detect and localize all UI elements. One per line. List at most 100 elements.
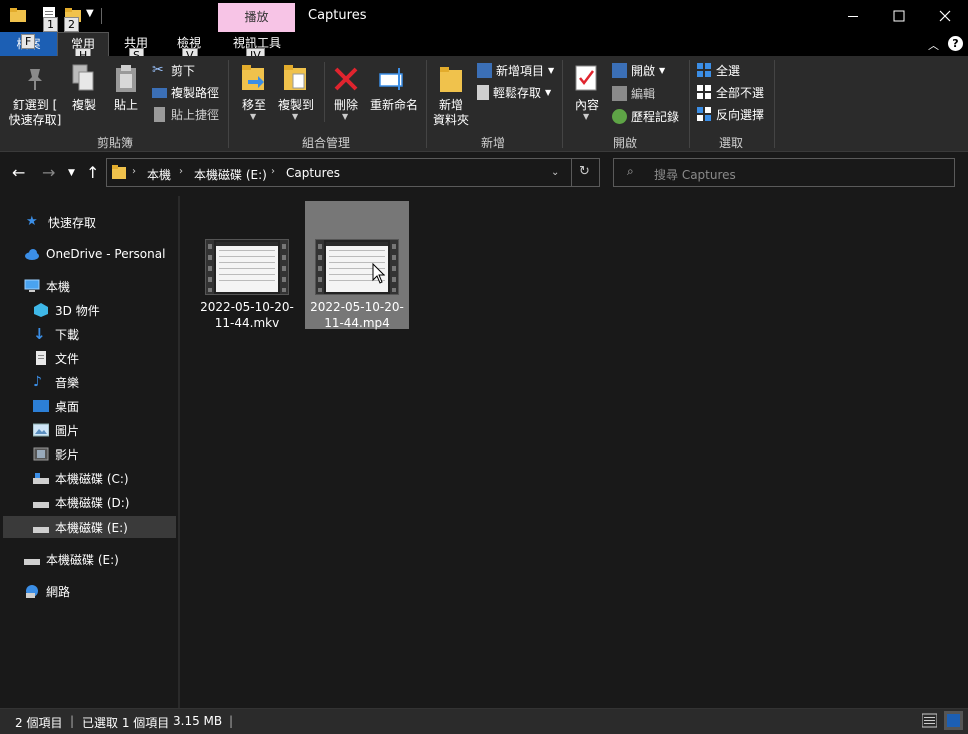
breadcrumb-captures[interactable]: Captures: [286, 166, 340, 180]
nav-drive-c[interactable]: 本機磁碟 (C:): [33, 467, 129, 489]
copy-icon: [72, 64, 94, 91]
cube-icon: [34, 303, 48, 317]
scissors-icon: ✂: [152, 61, 164, 78]
nav-label: 網路: [46, 584, 71, 599]
cut-button[interactable]: ✂ 剪下: [152, 61, 195, 79]
nav-desktop[interactable]: 桌面: [33, 395, 79, 417]
back-arrow-icon[interactable]: ←: [12, 163, 25, 182]
filmstrip-icon: [206, 240, 288, 294]
new-folder-line2: 資料夾: [432, 113, 469, 127]
search-input[interactable]: 搜尋 Captures: [654, 166, 736, 183]
close-icon: [939, 10, 951, 22]
large-icons-view-icon[interactable]: [944, 711, 963, 730]
address-history-dropdown-icon[interactable]: ⌄: [551, 167, 559, 178]
video-thumbnail-icon: [315, 239, 399, 295]
cut-label: 剪下: [171, 63, 196, 78]
rename-button[interactable]: 重新命名: [366, 98, 422, 113]
customize-quick-access-dropdown[interactable]: ▼: [86, 8, 94, 19]
edit-icon: [612, 85, 627, 101]
file-item-mkv[interactable]: 2022-05-10-20- 11-44.mkv: [195, 201, 299, 330]
drive-icon: [33, 502, 49, 508]
nav-drive-d[interactable]: 本機磁碟 (D:): [33, 491, 129, 513]
delete-button[interactable]: 刪除: [328, 98, 364, 113]
nav-label: 3D 物件: [55, 303, 100, 318]
edit-button[interactable]: 編輯: [612, 84, 655, 102]
contextual-tab-header: 播放: [218, 3, 295, 32]
nav-quick-access[interactable]: ★ 快速存取: [26, 211, 96, 233]
nav-drive-e-root[interactable]: 本機磁碟 (E:): [24, 548, 119, 570]
close-button[interactable]: [922, 0, 968, 32]
paste-button[interactable]: 貼上: [110, 98, 142, 113]
nav-onedrive[interactable]: OneDrive - Personal: [24, 243, 165, 265]
nav-music[interactable]: ♪ 音樂: [33, 371, 79, 393]
nav-downloads[interactable]: ↓ 下載: [33, 323, 79, 345]
group-label-new: 新增: [480, 136, 505, 150]
easy-access-button[interactable]: 輕鬆存取 ▼: [477, 83, 551, 101]
selected-count: 已選取 1 個項目: [82, 716, 170, 730]
maximize-icon: [893, 10, 905, 22]
breadcrumb-separator: ›: [271, 166, 275, 177]
pin-label-line1: 釘選到 [: [12, 98, 58, 112]
new-folder-line1: 新增: [438, 98, 463, 112]
paste-shortcut-label: 貼上捷徑: [171, 107, 220, 122]
cloud-icon: [25, 249, 39, 260]
minimize-icon: [848, 16, 858, 17]
select-all-label: 全選: [716, 63, 741, 78]
copy-button[interactable]: 複製: [68, 98, 100, 113]
nav-documents[interactable]: 文件: [33, 347, 79, 369]
nav-this-pc[interactable]: 本機: [24, 275, 70, 297]
copy-path-button[interactable]: 複製路徑: [152, 83, 219, 101]
drive-icon: [33, 473, 49, 484]
keytip-1: 1: [43, 17, 58, 32]
breadcrumb-drive-e[interactable]: 本機磁碟 (E:): [194, 166, 267, 183]
nav-label: 下載: [55, 327, 80, 342]
properties-button[interactable]: 內容: [570, 98, 604, 113]
file-name-line2: 11-44.mp4: [324, 316, 390, 330]
paste-shortcut-icon: [154, 106, 165, 122]
collapse-ribbon-icon[interactable]: ︿: [928, 37, 939, 53]
history-icon: [612, 108, 627, 124]
select-none-button[interactable]: 全部不選: [697, 83, 764, 101]
open-button[interactable]: 開啟 ▼: [612, 61, 665, 79]
copy-path-label: 複製路徑: [171, 85, 220, 100]
file-item-mp4[interactable]: 2022-05-10-20- 11-44.mp4: [305, 201, 409, 330]
help-icon[interactable]: ?: [948, 36, 963, 51]
maximize-button[interactable]: [876, 0, 922, 32]
pin-quick-access-button[interactable]: 釘選到 [ 快速存取]: [6, 98, 64, 128]
details-view-icon[interactable]: [922, 713, 937, 728]
address-bar[interactable]: › 本機 › 本機磁碟 (E:) › Captures ⌄ ↻: [106, 158, 600, 187]
nav-label: 圖片: [55, 423, 80, 438]
forward-arrow-icon[interactable]: →: [42, 163, 55, 182]
nav-videos[interactable]: 影片: [33, 443, 79, 465]
move-to-button[interactable]: 移至: [236, 98, 272, 113]
item-count: 2 個項目: [15, 716, 63, 730]
select-all-button[interactable]: 全選: [697, 61, 740, 79]
copy-to-button[interactable]: 複製到: [275, 98, 317, 113]
invert-selection-button[interactable]: 反向選擇: [697, 105, 764, 123]
minimize-button[interactable]: [830, 0, 876, 32]
new-folder-icon: [440, 67, 462, 92]
breadcrumb-separator: ›: [132, 166, 136, 177]
keytip-file: F: [21, 34, 36, 49]
file-name-line2: 11-44.mkv: [214, 316, 280, 330]
refresh-icon[interactable]: ↻: [579, 164, 590, 179]
search-box[interactable]: ⌕ 搜尋 Captures: [613, 158, 955, 187]
breadcrumb-this-pc[interactable]: 本機: [147, 166, 171, 183]
nav-pictures[interactable]: 圖片: [33, 419, 79, 441]
new-folder-button[interactable]: 新增 資料夾: [428, 98, 474, 128]
title-divider: [101, 8, 102, 24]
new-item-button[interactable]: 新增項目 ▼: [477, 61, 554, 79]
nav-3d-objects[interactable]: 3D 物件: [33, 299, 100, 321]
nav-label: 影片: [55, 447, 80, 462]
recent-locations-dropdown-icon[interactable]: ▼: [68, 168, 75, 178]
nav-label: 本機磁碟 (C:): [55, 471, 129, 486]
new-item-dropdown-icon: ▼: [548, 65, 555, 75]
paste-icon: [116, 65, 136, 92]
nav-drive-e[interactable]: 本機磁碟 (E:): [33, 516, 128, 538]
paste-shortcut-button[interactable]: 貼上捷徑: [152, 105, 219, 123]
music-note-icon: ♪: [33, 374, 42, 390]
copy-to-icon: [284, 65, 306, 90]
history-button[interactable]: 歷程記錄: [612, 107, 679, 125]
nav-network[interactable]: 網路: [24, 580, 70, 602]
up-arrow-icon[interactable]: ↑: [86, 163, 99, 182]
